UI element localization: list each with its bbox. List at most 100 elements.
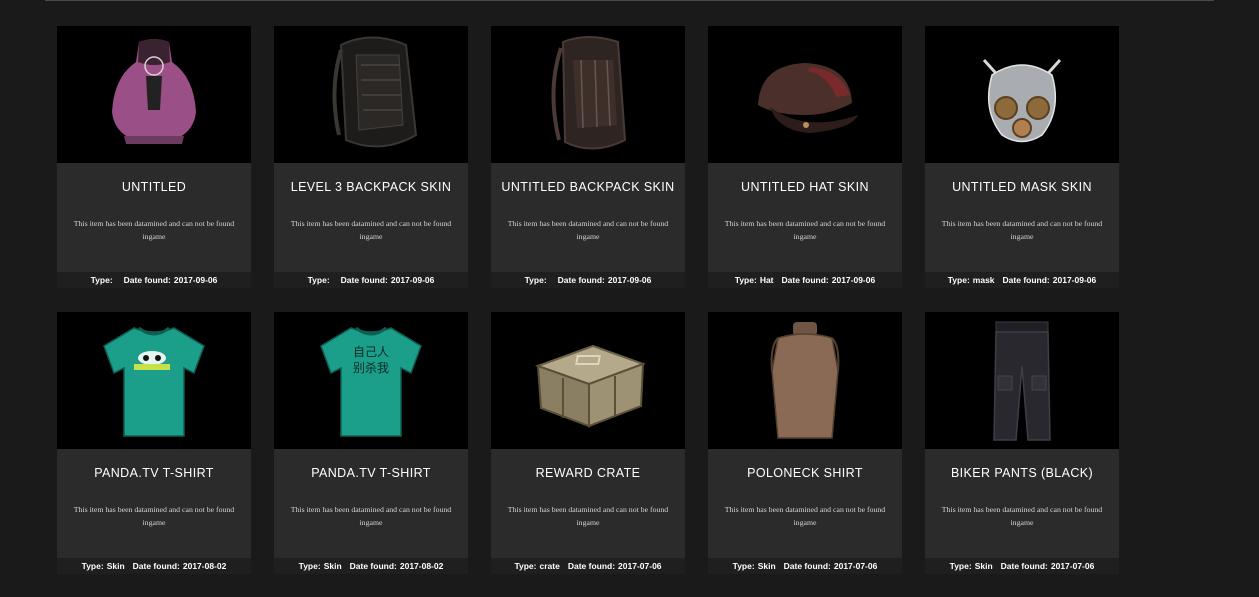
item-description: This item has been datamined and can not…: [507, 505, 669, 527]
pants-icon: [993, 321, 1051, 441]
item-card[interactable]: REWARD CRATE This item has been datamine…: [491, 312, 685, 574]
item-title: POLONECK SHIRT: [747, 466, 863, 480]
date-label: Date found:: [781, 275, 829, 285]
item-grid: UNTITLED This item has been datamined an…: [57, 26, 1119, 574]
date-value: 2017-09-06: [831, 275, 876, 285]
item-title: PANDA.TV T-SHIRT: [311, 466, 431, 480]
item-title: UNTITLED BACKPACK SKIN: [501, 180, 675, 194]
date-label: Date found:: [123, 275, 171, 285]
item-title: LEVEL 3 BACKPACK SKIN: [290, 180, 452, 194]
tshirt-icon: [103, 326, 205, 437]
item-image: 自己人 别杀我: [274, 312, 468, 449]
backpack-icon: [551, 35, 627, 150]
type-label: Type:: [949, 561, 972, 571]
type-value: Hat: [759, 275, 774, 285]
item-title: BIKER PANTS (BLACK): [950, 466, 1094, 480]
item-card[interactable]: LEVEL 3 BACKPACK SKIN This item has been…: [274, 26, 468, 288]
item-meta: Type: Date found: 2017-09-06: [491, 272, 685, 288]
item-title: PANDA.TV T-SHIRT: [94, 466, 214, 480]
item-meta: Type: Date found: 2017-09-06: [57, 272, 251, 288]
date-label: Date found:: [1000, 561, 1048, 571]
type-value: Skin: [323, 561, 342, 571]
item-image: [708, 312, 902, 449]
item-description: This item has been datamined and can not…: [724, 505, 886, 527]
item-title: UNTITLED HAT SKIN: [741, 180, 869, 194]
backpack-icon: [332, 36, 418, 147]
item-image: [491, 312, 685, 449]
item-card[interactable]: UNTITLED BACKPACK SKIN This item has bee…: [491, 26, 685, 288]
item-image: [274, 26, 468, 163]
date-value: 2017-09-06: [173, 275, 218, 285]
item-image: [491, 26, 685, 163]
item-meta: Type: Date found: 2017-09-06: [274, 272, 468, 288]
type-value: crate: [539, 561, 560, 571]
item-image: [708, 26, 902, 163]
type-label: Type:: [90, 275, 113, 285]
item-description: This item has been datamined and can not…: [507, 219, 669, 241]
item-title: REWARD CRATE: [535, 466, 641, 480]
type-label: Type:: [732, 561, 755, 571]
date-value: 2017-07-06: [1050, 561, 1095, 571]
item-description: This item has been datamined and can not…: [73, 219, 235, 241]
type-label: Type:: [298, 561, 321, 571]
item-card[interactable]: UNTITLED HAT SKIN This item has been dat…: [708, 26, 902, 288]
date-value: 2017-08-02: [399, 561, 444, 571]
date-value: 2017-08-02: [182, 561, 227, 571]
type-value: Skin: [106, 561, 125, 571]
type-label: Type:: [514, 561, 537, 571]
item-card[interactable]: POLONECK SHIRT This item has been datami…: [708, 312, 902, 574]
type-label: Type:: [524, 275, 547, 285]
item-image: [57, 312, 251, 449]
type-label: Type:: [947, 275, 970, 285]
date-label: Date found:: [132, 561, 180, 571]
poloneck-icon: [770, 321, 840, 439]
type-label: Type:: [307, 275, 330, 285]
type-label: Type:: [734, 275, 757, 285]
date-label: Date found:: [340, 275, 388, 285]
gas-mask-icon: [982, 58, 1062, 142]
type-value: Skin: [757, 561, 776, 571]
date-label: Date found:: [557, 275, 605, 285]
item-card[interactable]: 自己人 别杀我 PANDA.TV T-SHIRT This item has b…: [274, 312, 468, 574]
item-meta: Type: Skin Date found: 2017-08-02: [57, 558, 251, 574]
item-meta: Type: Skin Date found: 2017-07-06: [708, 558, 902, 574]
shirt-print-line1: 自己人: [353, 345, 389, 359]
item-description: This item has been datamined and can not…: [941, 505, 1103, 527]
crop-top-icon: [112, 39, 196, 144]
type-value: Skin: [974, 561, 993, 571]
item-description: This item has been datamined and can not…: [290, 219, 452, 241]
type-value: mask: [972, 275, 995, 285]
item-image: [925, 26, 1119, 163]
date-label: Date found:: [349, 561, 397, 571]
item-card[interactable]: BIKER PANTS (BLACK) This item has been d…: [925, 312, 1119, 574]
item-description: This item has been datamined and can not…: [724, 219, 886, 241]
item-image: [925, 312, 1119, 449]
item-description: This item has been datamined and can not…: [290, 505, 452, 527]
item-meta: Type: crate Date found: 2017-07-06: [491, 558, 685, 574]
crate-icon: [535, 344, 646, 427]
shirt-print-line2: 别杀我: [353, 360, 389, 375]
item-title: UNTITLED MASK SKIN: [952, 180, 1092, 194]
item-card[interactable]: PANDA.TV T-SHIRT This item has been data…: [57, 312, 251, 574]
item-meta: Type: mask Date found: 2017-09-06: [925, 272, 1119, 288]
item-image: [57, 26, 251, 163]
item-description: This item has been datamined and can not…: [73, 505, 235, 527]
item-card[interactable]: UNTITLED This item has been datamined an…: [57, 26, 251, 288]
item-meta: Type: Skin Date found: 2017-08-02: [274, 558, 468, 574]
date-value: 2017-07-06: [833, 561, 878, 571]
item-title: UNTITLED: [121, 180, 187, 194]
date-value: 2017-09-06: [1052, 275, 1097, 285]
date-value: 2017-09-06: [607, 275, 652, 285]
item-description: This item has been datamined and can not…: [941, 219, 1103, 241]
type-label: Type:: [81, 561, 104, 571]
item-card[interactable]: UNTITLED MASK SKIN This item has been da…: [925, 26, 1119, 288]
hat-icon: [758, 62, 858, 133]
date-value: 2017-09-06: [390, 275, 435, 285]
item-meta: Type: Hat Date found: 2017-09-06: [708, 272, 902, 288]
tshirt-icon: 自己人 别杀我: [320, 326, 422, 437]
top-divider: [45, 0, 1214, 1]
date-label: Date found:: [567, 561, 616, 571]
date-label: Date found:: [1002, 275, 1050, 285]
date-value: 2017-07-06: [618, 561, 662, 571]
date-label: Date found:: [783, 561, 831, 571]
